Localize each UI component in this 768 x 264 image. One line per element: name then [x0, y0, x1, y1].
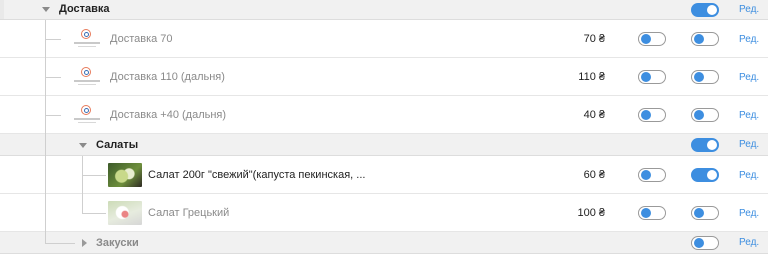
tree-line [45, 115, 61, 116]
item-row[interactable]: Салат Грецький 100 ₴ Ред. [0, 194, 768, 232]
item-row[interactable]: Доставка +40 (дальня) 40 ₴ Ред. [0, 96, 768, 134]
tree-line [45, 194, 46, 232]
item-price: 70 ₴ [583, 33, 605, 45]
group-label: Закуски [96, 237, 139, 249]
tree-line [45, 134, 46, 156]
chevron-down-icon[interactable] [42, 7, 50, 12]
item-name: Доставка +40 (дальня) [110, 109, 227, 121]
group-toggle[interactable] [691, 236, 719, 250]
item-toggle-primary[interactable] [638, 108, 666, 122]
salad-photo-thumbnail [108, 201, 142, 225]
item-name: Доставка 70 [110, 33, 173, 45]
item-toggle-primary[interactable] [638, 168, 666, 182]
item-price: 100 ₴ [577, 207, 605, 219]
edit-link[interactable]: Ред. [739, 34, 759, 45]
tree-line [82, 194, 83, 213]
item-name: Доставка 110 (дальня) [110, 71, 225, 83]
row-rail [0, 0, 4, 19]
item-price: 40 ₴ [583, 109, 605, 121]
item-price: 60 ₴ [583, 169, 605, 181]
group-label: Салаты [96, 139, 139, 151]
tree-line [45, 77, 61, 78]
item-price: 110 ₴ [578, 71, 605, 83]
logo-thumbnail [74, 104, 100, 126]
toggle-knob [707, 5, 717, 15]
group-row-snacks[interactable]: Закуски Ред. [0, 232, 768, 254]
salad-photo-thumbnail [108, 163, 142, 187]
item-name: Салат 200г "свежий"(капуста пекинская, .… [148, 169, 366, 181]
group-row-salads[interactable]: Салаты Ред. [0, 134, 768, 156]
item-name: Салат Грецький [148, 207, 230, 219]
edit-link[interactable]: Ред. [739, 110, 759, 121]
item-toggle-primary[interactable] [638, 70, 666, 84]
logo-thumbnail [74, 28, 100, 50]
edit-link[interactable]: Ред. [739, 4, 759, 15]
edit-link[interactable]: Ред. [739, 208, 759, 219]
item-row[interactable]: Доставка 110 (дальня) 110 ₴ Ред. [0, 58, 768, 96]
item-row[interactable]: Доставка 70 70 ₴ Ред. [0, 20, 768, 58]
item-toggle-secondary[interactable] [691, 32, 719, 46]
group-toggle[interactable] [691, 3, 719, 17]
item-row[interactable]: Салат 200г "свежий"(капуста пекинская, .… [0, 156, 768, 194]
tree-line [45, 39, 61, 40]
logo-thumbnail [74, 66, 100, 88]
edit-link[interactable]: Ред. [739, 72, 759, 83]
group-row-delivery[interactable]: Доставка Ред. [0, 0, 768, 20]
chevron-down-icon[interactable] [79, 143, 87, 148]
edit-link[interactable]: Ред. [739, 170, 759, 181]
item-toggle-primary[interactable] [638, 32, 666, 46]
item-toggle-primary[interactable] [638, 206, 666, 220]
item-toggle-secondary[interactable] [691, 168, 719, 182]
tree-line [45, 156, 46, 194]
edit-link[interactable]: Ред. [739, 237, 759, 248]
tree-line [82, 175, 106, 176]
tree-line [45, 232, 46, 243]
group-label: Доставка [59, 3, 110, 15]
group-toggle[interactable] [691, 138, 719, 152]
tree-line [82, 213, 106, 214]
chevron-right-icon[interactable] [82, 239, 87, 247]
item-toggle-secondary[interactable] [691, 70, 719, 84]
item-toggle-secondary[interactable] [691, 108, 719, 122]
tree-line [45, 243, 75, 244]
edit-link[interactable]: Ред. [739, 139, 759, 150]
item-toggle-secondary[interactable] [691, 206, 719, 220]
